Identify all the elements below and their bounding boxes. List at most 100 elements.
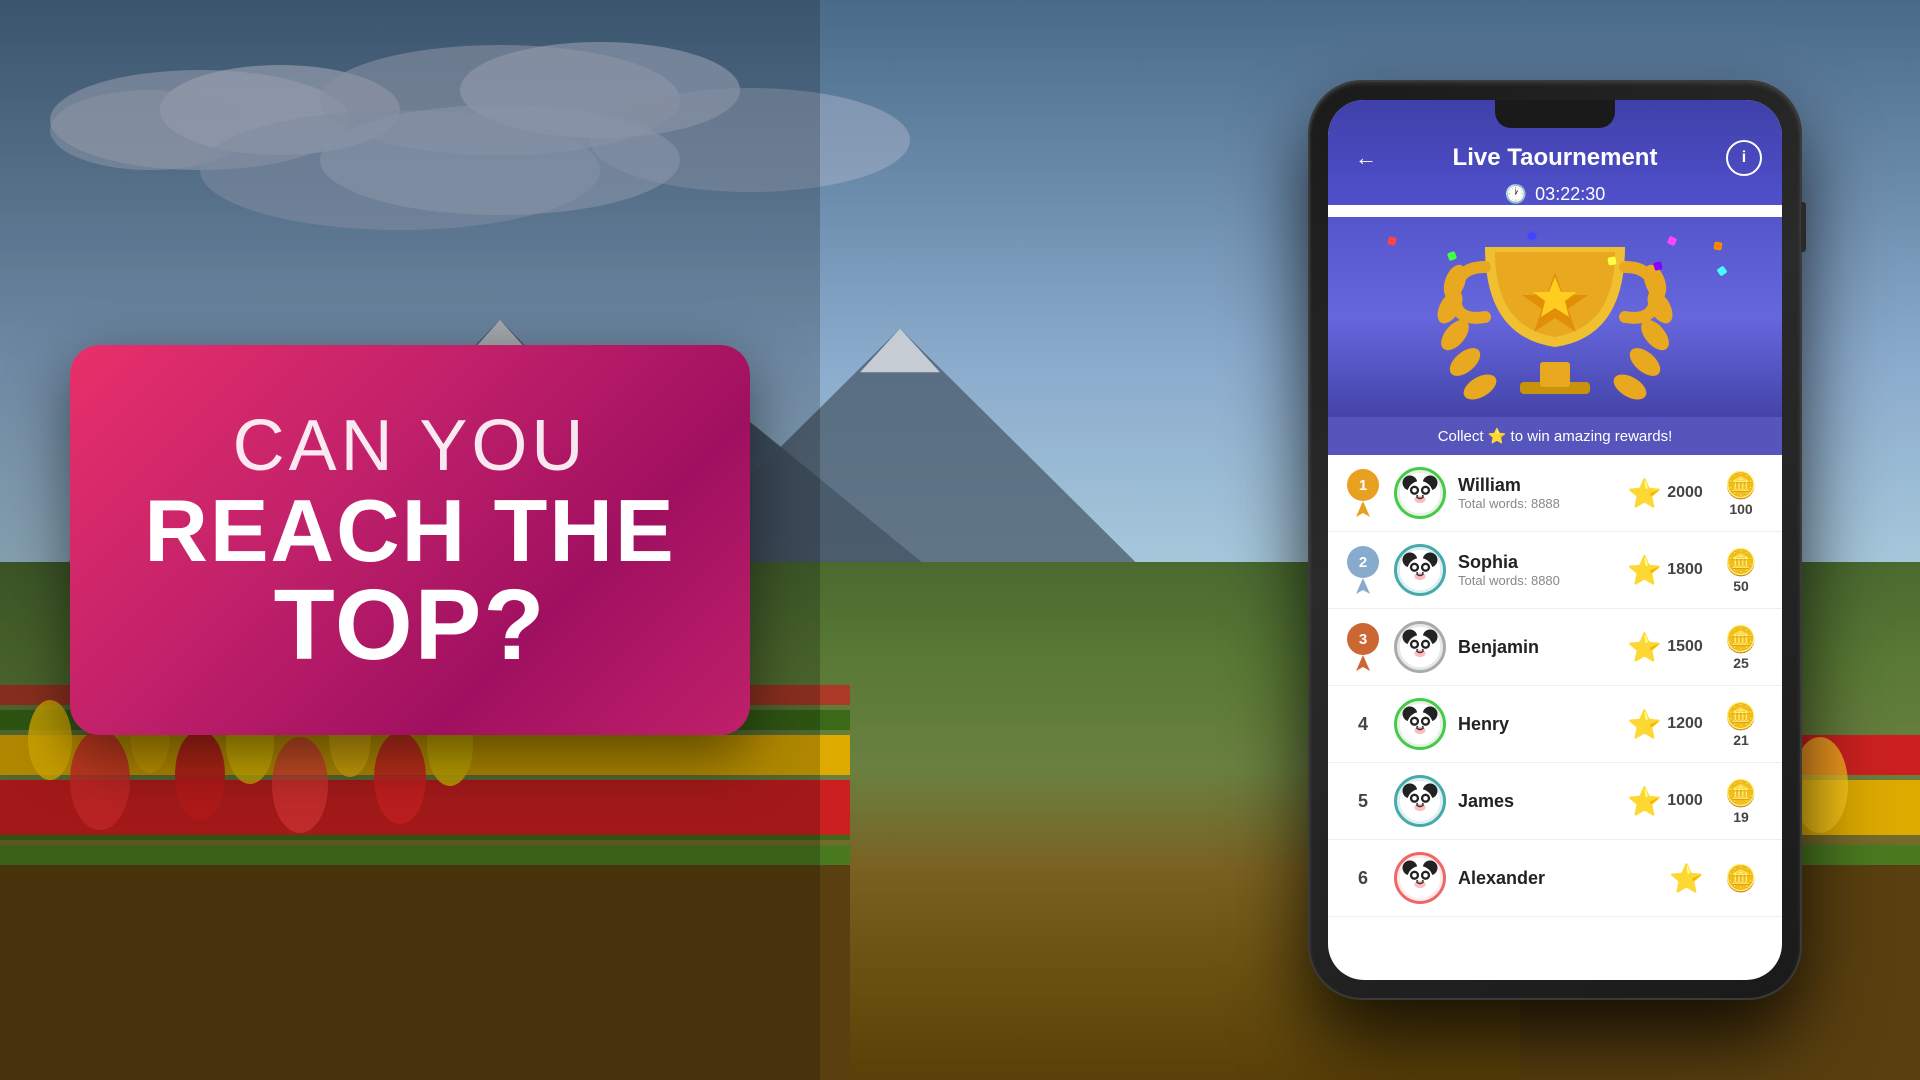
rank-medal-3: 3 (1347, 623, 1379, 655)
rank-ribbon-2 (1356, 578, 1370, 594)
panda-avatar-james (1397, 778, 1443, 824)
star-icon-william: ⭐ (1627, 477, 1662, 510)
promo-reach-text: REACH THE (140, 487, 680, 575)
rank-ribbon-3 (1356, 655, 1370, 671)
rank-ribbon-1 (1356, 501, 1370, 517)
promo-can-you-text: CAN YOU (140, 405, 680, 487)
collect-banner: Collect ⭐ to win amazing rewards! (1328, 417, 1782, 455)
coins-alexander: 🪙 (1716, 863, 1766, 894)
phone-device: ← Live Taournement i 🕐 03:22:30 (1310, 82, 1800, 998)
rank-badge-4: 4 (1344, 700, 1382, 748)
coins-benjamin: 🪙 25 (1716, 624, 1766, 671)
timer-row: 🕐 03:22:30 (1348, 184, 1762, 205)
user-name-benjamin: Benjamin (1458, 637, 1615, 658)
rank-badge-3: 3 (1344, 623, 1382, 671)
score-alexander: ⭐ (1669, 862, 1704, 895)
avatar-benjamin (1394, 621, 1446, 673)
score-james: ⭐ 1000 (1627, 785, 1704, 818)
info-button[interactable]: i (1726, 140, 1762, 176)
rank-medal-2: 2 (1347, 546, 1379, 578)
star-icon-sophia: ⭐ (1627, 554, 1662, 587)
rank-num-5: 5 (1351, 791, 1375, 812)
coin-num-sophia: 50 (1733, 578, 1749, 594)
coins-sophia: 🪙 50 (1716, 547, 1766, 594)
leaderboard-row-6: 6 (1328, 840, 1782, 917)
phone-screen: ← Live Taournement i 🕐 03:22:30 (1328, 100, 1782, 980)
rank-medal-1: 1 (1347, 469, 1379, 501)
leaderboard-row-4: 4 (1328, 686, 1782, 763)
panda-avatar-sophia (1397, 547, 1443, 593)
user-info-william: William Total words: 8888 (1458, 475, 1615, 511)
user-name-sophia: Sophia (1458, 552, 1615, 573)
leaderboard-row-1: 1 (1328, 455, 1782, 532)
phone-outer: ← Live Taournement i 🕐 03:22:30 (1310, 82, 1800, 998)
collect-text: Collect ⭐ to win amazing rewards! (1438, 428, 1673, 445)
rank-badge-6: 6 (1344, 854, 1382, 902)
rank-num-4: 4 (1351, 714, 1375, 735)
trophy-area (1328, 217, 1782, 417)
leaderboard: 1 (1328, 455, 1782, 917)
leaderboard-row-3: 3 (1328, 609, 1782, 686)
score-henry: ⭐ 1200 (1627, 708, 1704, 741)
coin-num-william: 100 (1729, 501, 1752, 517)
panda-avatar-henry (1397, 701, 1443, 747)
avatar-sophia (1394, 544, 1446, 596)
app-title: Live Taournement (1453, 144, 1658, 172)
phone-power-button (1801, 202, 1806, 252)
rank-badge-1: 1 (1344, 469, 1382, 517)
star-icon-benjamin: ⭐ (1627, 631, 1662, 664)
user-name-henry: Henry (1458, 714, 1615, 735)
coin-num-james: 19 (1733, 809, 1749, 825)
rank-badge-5: 5 (1344, 777, 1382, 825)
user-info-benjamin: Benjamin (1458, 637, 1615, 658)
coin-stack-benjamin: 🪙 (1725, 624, 1757, 655)
star-icon-henry: ⭐ (1627, 708, 1662, 741)
avatar-alexander (1394, 852, 1446, 904)
star-icon-james: ⭐ (1627, 785, 1662, 818)
score-num-sophia: 1800 (1666, 561, 1704, 579)
clock-icon: 🕐 (1505, 184, 1527, 205)
coin-stack-james: 🪙 (1725, 778, 1757, 809)
leaderboard-row-2: 2 (1328, 532, 1782, 609)
coin-stack-sophia: 🪙 (1725, 547, 1757, 578)
confetti (1387, 236, 1397, 246)
score-num-william: 2000 (1666, 484, 1704, 502)
phone-notch (1495, 100, 1615, 128)
timer-value: 03:22:30 (1535, 184, 1605, 205)
user-info-alexander: Alexander (1458, 868, 1657, 889)
leaderboard-row-5: 5 (1328, 763, 1782, 840)
score-num-henry: 1200 (1666, 715, 1704, 733)
user-info-sophia: Sophia Total words: 8880 (1458, 552, 1615, 588)
avatar-henry (1394, 698, 1446, 750)
score-william: ⭐ 2000 (1627, 477, 1704, 510)
user-name-alexander: Alexander (1458, 868, 1657, 889)
star-icon-alexander: ⭐ (1669, 862, 1704, 895)
back-button[interactable]: ← (1348, 140, 1384, 176)
rank-badge-2: 2 (1344, 546, 1382, 594)
panda-avatar-alexander (1397, 855, 1443, 901)
promo-top-text: TOP? (140, 575, 680, 675)
user-words-william: Total words: 8888 (1458, 496, 1615, 511)
coin-num-henry: 21 (1733, 732, 1749, 748)
coins-james: 🪙 19 (1716, 778, 1766, 825)
score-benjamin: ⭐ 1500 (1627, 631, 1704, 664)
user-name-william: William (1458, 475, 1615, 496)
avatar-william (1394, 467, 1446, 519)
avatar-james (1394, 775, 1446, 827)
panda-avatar-benjamin (1397, 624, 1443, 670)
coin-stack-henry: 🪙 (1725, 701, 1757, 732)
coin-stack-william: 🪙 (1725, 470, 1757, 501)
user-name-james: James (1458, 791, 1615, 812)
panda-avatar-william (1397, 470, 1443, 516)
score-num-james: 1000 (1666, 792, 1704, 810)
user-info-james: James (1458, 791, 1615, 812)
user-words-sophia: Total words: 8880 (1458, 573, 1615, 588)
coins-henry: 🪙 21 (1716, 701, 1766, 748)
app-header-top: ← Live Taournement i (1348, 140, 1762, 176)
rank-num-6: 6 (1351, 868, 1375, 889)
coin-num-benjamin: 25 (1733, 655, 1749, 671)
coins-william: 🪙 100 (1716, 470, 1766, 517)
confetti (1716, 265, 1727, 276)
confetti (1713, 241, 1722, 250)
coin-stack-alexander: 🪙 (1725, 863, 1757, 894)
